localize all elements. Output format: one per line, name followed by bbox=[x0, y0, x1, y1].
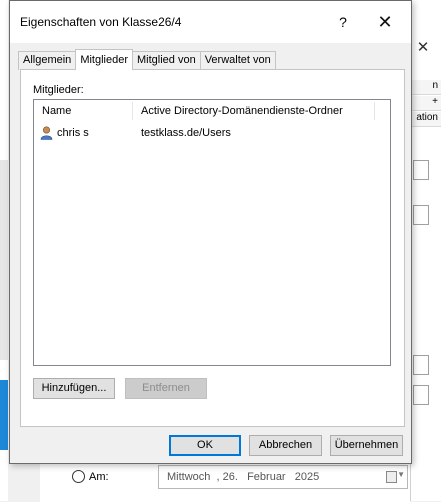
background-tab[interactable]: + bbox=[411, 96, 441, 111]
remove-button[interactable]: Entfernen bbox=[125, 378, 207, 399]
members-list[interactable]: Name Active Directory-Domänendienste-Ord… bbox=[33, 99, 391, 366]
background-field[interactable] bbox=[413, 385, 429, 405]
user-icon bbox=[40, 126, 53, 140]
members-label: Mitglieder: bbox=[33, 84, 84, 96]
radio-am-label: Am: bbox=[89, 470, 109, 483]
tab-strip: Allgemein Mitglieder Mitglied von Verwal… bbox=[18, 49, 276, 70]
tab-allgemein[interactable]: Allgemein bbox=[18, 51, 77, 70]
ok-button[interactable]: OK bbox=[169, 435, 241, 456]
background-field[interactable] bbox=[413, 205, 429, 225]
properties-dialog: Eigenschaften von Klasse26/4 ? ✕ Allgeme… bbox=[9, 0, 412, 464]
background-field[interactable] bbox=[413, 160, 429, 180]
column-header-name[interactable]: Name bbox=[42, 105, 71, 117]
help-icon[interactable]: ? bbox=[332, 11, 354, 33]
radio-am[interactable]: Am: bbox=[72, 470, 109, 483]
cancel-button[interactable]: Abbrechen bbox=[249, 435, 322, 456]
list-item[interactable]: chris s testklass.de/Users bbox=[34, 124, 390, 142]
calendar-icon[interactable] bbox=[386, 471, 397, 483]
date-picker[interactable]: Mittwoch , 26. Februar 2025 ▼ bbox=[158, 465, 408, 489]
background-panel bbox=[0, 160, 8, 360]
chevron-down-icon[interactable]: ▼ bbox=[397, 470, 405, 479]
background-accent bbox=[0, 380, 8, 450]
member-folder: testklass.de/Users bbox=[141, 127, 231, 139]
background-close-icon[interactable]: ✕ bbox=[413, 38, 433, 58]
background-window-left bbox=[0, 0, 8, 501]
tab-mitglied-von[interactable]: Mitglied von bbox=[132, 51, 201, 70]
background-tab[interactable]: ation bbox=[411, 112, 441, 127]
background-window-right: ✕ n + ation bbox=[410, 0, 441, 501]
background-tab[interactable]: n bbox=[411, 80, 441, 95]
radio-button-icon[interactable] bbox=[72, 470, 85, 483]
apply-button[interactable]: Übernehmen bbox=[330, 435, 403, 456]
tab-verwaltet-von[interactable]: Verwaltet von bbox=[199, 51, 276, 70]
tab-mitglieder[interactable]: Mitglieder bbox=[75, 49, 133, 70]
title-bar[interactable]: Eigenschaften von Klasse26/4 ? ✕ bbox=[10, 1, 411, 43]
column-divider[interactable] bbox=[132, 102, 133, 120]
column-divider[interactable] bbox=[374, 102, 375, 120]
member-name: chris s bbox=[57, 127, 89, 139]
background-field[interactable] bbox=[413, 355, 429, 375]
dialog-title: Eigenschaften von Klasse26/4 bbox=[20, 15, 182, 29]
list-header: Name Active Directory-Domänendienste-Ord… bbox=[34, 100, 390, 122]
members-panel: Mitglieder: Name Active Directory-Domäne… bbox=[20, 69, 405, 427]
date-value: Mittwoch , 26. Februar 2025 bbox=[167, 471, 320, 483]
column-header-folder[interactable]: Active Directory-Domänendienste-Ordner bbox=[141, 105, 343, 117]
add-button[interactable]: Hinzufügen... bbox=[33, 378, 115, 399]
close-icon[interactable]: ✕ bbox=[374, 11, 396, 33]
